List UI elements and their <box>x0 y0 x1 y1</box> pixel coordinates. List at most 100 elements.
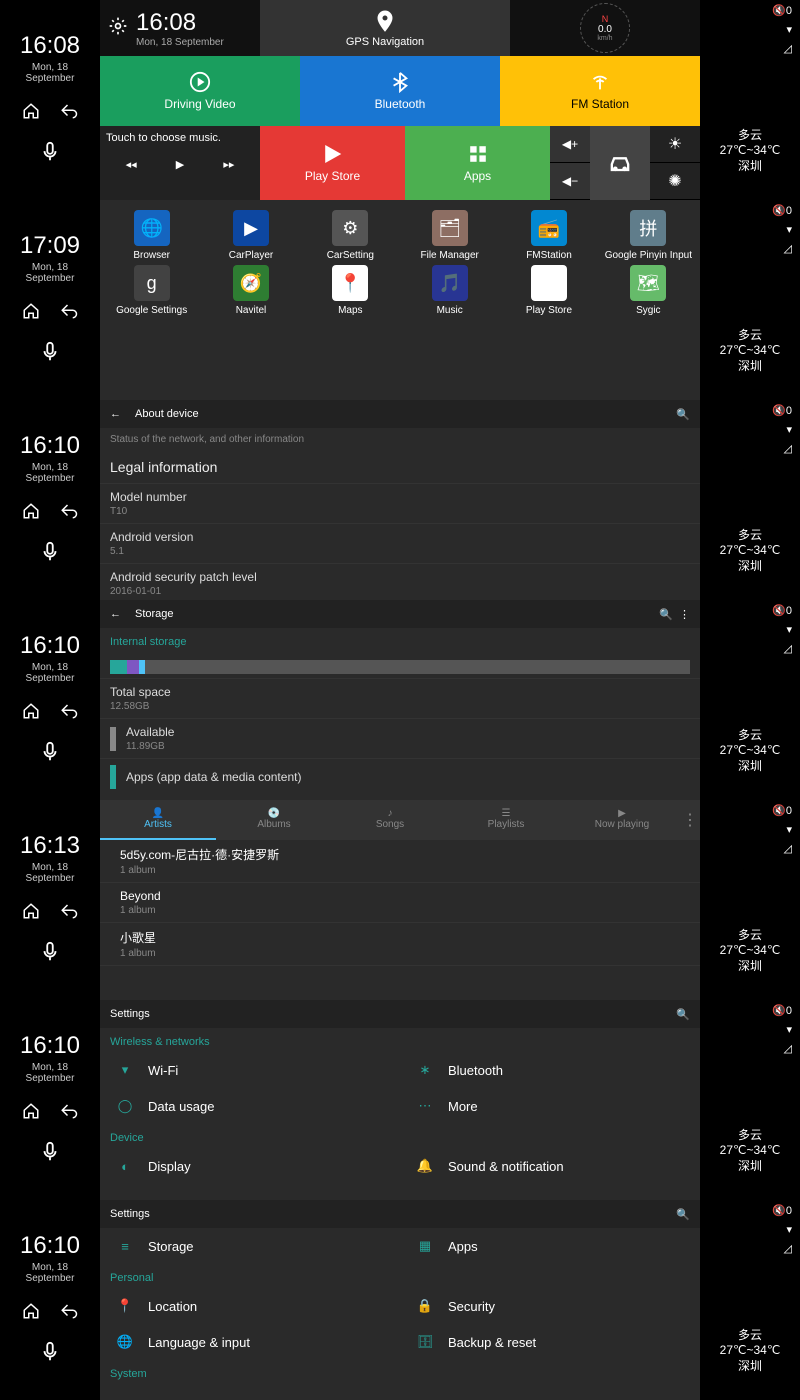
home-icon[interactable] <box>22 1102 40 1125</box>
volume-up-button[interactable]: ◀+ <box>550 126 590 163</box>
app-navitel[interactable]: 🧭Navitel <box>203 265 298 316</box>
sound-item[interactable]: 🔔Sound & notification <box>400 1158 700 1174</box>
mic-icon[interactable] <box>39 341 61 368</box>
back-arrow-icon[interactable]: ← <box>110 408 121 420</box>
security-item[interactable]: 🔒Security <box>400 1298 700 1314</box>
back-icon[interactable] <box>60 302 78 325</box>
tab-songs[interactable]: ♪Songs <box>332 800 448 840</box>
play-store-tile[interactable]: Play Store <box>260 126 405 200</box>
available-item[interactable]: Available11.89GB <box>100 718 700 758</box>
app-google-settings[interactable]: gGoogle Settings <box>104 265 199 316</box>
bluetooth-icon: ∗ <box>416 1062 434 1078</box>
status-icons: 🔇0 ▾ ◿ <box>700 0 800 100</box>
data-icon: ◯ <box>116 1098 134 1114</box>
legal-info-item[interactable]: Legal information <box>100 451 700 483</box>
lock-icon: 🔒 <box>416 1298 434 1314</box>
app-google-pinyin-input[interactable]: 拼Google Pinyin Input <box>601 210 696 261</box>
home-icon[interactable] <box>22 1302 40 1325</box>
back-icon[interactable] <box>60 502 78 525</box>
app-browser[interactable]: 🌐Browser <box>104 210 199 261</box>
location-icon: 📍 <box>116 1298 134 1314</box>
artist-row[interactable]: Beyond1 album <box>100 883 700 923</box>
tab-artists[interactable]: 👤Artists <box>100 800 216 840</box>
back-icon[interactable] <box>60 1302 78 1325</box>
language-item[interactable]: 🌐Language & input <box>100 1334 400 1350</box>
music-tile[interactable]: Touch to choose music. ◂◂ ▶ ▸▸ <box>100 126 260 200</box>
driving-video-tile[interactable]: Driving Video <box>100 56 300 126</box>
about-item[interactable]: Android version5.1 <box>100 523 700 563</box>
home-icon[interactable] <box>22 102 40 125</box>
prev-icon[interactable]: ◂◂ <box>126 158 137 171</box>
clock-tile[interactable]: 16:08Mon, 18 September <box>100 0 260 56</box>
signal-icon: ◿ <box>784 242 792 255</box>
app-file-manager[interactable]: 🗂File Manager <box>402 210 497 261</box>
app-music[interactable]: 🎵Music <box>402 265 497 316</box>
brightness-up-button[interactable]: ☀ <box>650 126 700 163</box>
home-icon[interactable] <box>22 702 40 725</box>
app-carsetting[interactable]: ⚙CarSetting <box>303 210 398 261</box>
wifi-item[interactable]: ▾Wi-Fi <box>100 1062 400 1078</box>
display-item[interactable]: ◐Display <box>100 1158 400 1174</box>
car-mode-tile[interactable] <box>590 126 650 200</box>
brightness-down-button[interactable]: ✺ <box>650 163 700 200</box>
app-fmstation[interactable]: 📻FMStation <box>501 210 596 261</box>
data-usage-item[interactable]: ◯Data usage <box>100 1098 400 1114</box>
search-icon[interactable]: 🔍 <box>659 609 673 621</box>
app-maps[interactable]: 📍Maps <box>303 265 398 316</box>
backup-icon: 🗄 <box>416 1334 434 1350</box>
back-icon[interactable] <box>60 902 78 925</box>
home-icon[interactable] <box>22 902 40 925</box>
display-icon: ◐ <box>116 1159 134 1174</box>
bell-icon: 🔔 <box>416 1158 434 1174</box>
back-icon[interactable] <box>60 1102 78 1125</box>
apps-storage-item[interactable]: Apps (app data & media content) <box>100 758 700 795</box>
more-item[interactable]: ⋯More <box>400 1098 700 1114</box>
mic-icon[interactable] <box>39 541 61 568</box>
tab-now-playing[interactable]: ▶Now playing <box>564 800 680 840</box>
apps-item[interactable]: ▦Apps <box>400 1238 700 1254</box>
weather-widget[interactable]: 多云27℃~34℃深圳 <box>700 100 800 200</box>
artist-row[interactable]: 5d5y.com-尼古拉·德·安捷罗斯1 album <box>100 840 700 883</box>
search-icon[interactable]: 🔍 <box>676 408 690 421</box>
tab-playlists[interactable]: ☰Playlists <box>448 800 564 840</box>
back-arrow-icon[interactable]: ← <box>110 608 121 620</box>
app-carplayer[interactable]: ▶CarPlayer <box>203 210 298 261</box>
volume-down-button[interactable]: ◀− <box>550 163 590 200</box>
more-icon[interactable]: ⋮ <box>680 800 700 840</box>
mute-icon: 🔇0 <box>772 204 792 217</box>
mic-icon[interactable] <box>39 141 61 168</box>
backup-item[interactable]: 🗄Backup & reset <box>400 1334 700 1350</box>
about-item[interactable]: Android security patch level2016-01-01 <box>100 563 700 600</box>
apps-tile[interactable]: Apps <box>405 126 550 200</box>
search-icon[interactable]: 🔍 <box>676 1208 690 1221</box>
mic-icon[interactable] <box>39 1341 61 1368</box>
storage-item[interactable]: ≡Storage <box>100 1238 400 1254</box>
more-icon[interactable]: ⋮ <box>679 609 690 621</box>
tab-albums[interactable]: 💿Albums <box>216 800 332 840</box>
mic-icon[interactable] <box>39 741 61 768</box>
home-icon[interactable] <box>22 502 40 525</box>
location-item[interactable]: 📍Location <box>100 1298 400 1314</box>
total-space-item[interactable]: Total space12.58GB <box>100 678 700 718</box>
compass-tile[interactable]: N 0.0 km/h <box>510 0 700 56</box>
artist-row[interactable]: 小歌星1 album <box>100 923 700 966</box>
gear-icon[interactable] <box>108 16 128 41</box>
mic-icon[interactable] <box>39 941 61 968</box>
next-icon[interactable]: ▸▸ <box>223 158 234 171</box>
storage-bar <box>110 660 690 674</box>
fm-station-tile[interactable]: FM Station <box>500 56 700 126</box>
storage-icon: ≡ <box>116 1239 134 1254</box>
bluetooth-item[interactable]: ∗Bluetooth <box>400 1062 700 1078</box>
mic-icon[interactable] <box>39 1141 61 1168</box>
app-play-store[interactable]: ▶Play Store <box>501 265 596 316</box>
bluetooth-tile[interactable]: Bluetooth <box>300 56 500 126</box>
home-icon[interactable] <box>22 302 40 325</box>
play-icon[interactable]: ▶ <box>176 158 184 171</box>
back-icon[interactable] <box>60 702 78 725</box>
weather-widget[interactable]: 多云27℃~34℃深圳 <box>700 300 800 400</box>
back-icon[interactable] <box>60 102 78 125</box>
gps-tile[interactable]: GPS Navigation <box>260 0 510 56</box>
app-sygic[interactable]: 🗺Sygic <box>601 265 696 316</box>
about-item[interactable]: Model numberT10 <box>100 483 700 523</box>
search-icon[interactable]: 🔍 <box>676 1008 690 1021</box>
